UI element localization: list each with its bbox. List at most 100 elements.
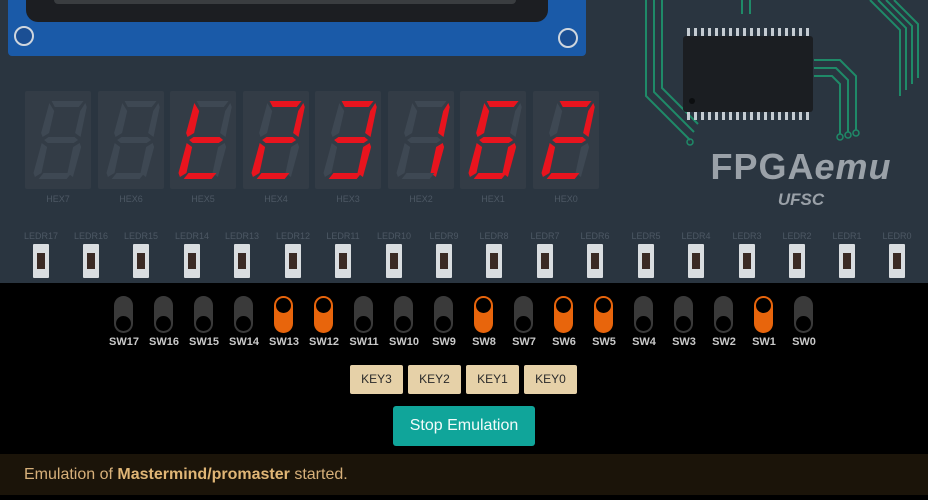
switch-toggle-sw6[interactable] bbox=[554, 296, 573, 333]
segment-c bbox=[212, 143, 227, 177]
switch-toggle-sw4[interactable] bbox=[634, 296, 653, 333]
switch-toggle-sw15[interactable] bbox=[194, 296, 213, 333]
switch-label: SW14 bbox=[229, 336, 259, 348]
switch-toggle-sw2[interactable] bbox=[714, 296, 733, 333]
ledr-label: LEDR7 bbox=[530, 231, 560, 241]
switch-toggle-sw9[interactable] bbox=[434, 296, 453, 333]
segment-d bbox=[473, 173, 507, 179]
segment-b bbox=[75, 103, 87, 137]
segment-f bbox=[331, 103, 345, 137]
switch-label: SW7 bbox=[512, 336, 536, 348]
segment-b bbox=[365, 103, 377, 137]
switch-knob-icon bbox=[356, 316, 371, 331]
switch-knob-icon bbox=[476, 298, 491, 313]
segment-d bbox=[546, 173, 580, 179]
segment-e bbox=[468, 143, 483, 177]
switch-knob-icon bbox=[636, 316, 651, 331]
switch-toggle-sw8[interactable] bbox=[474, 296, 493, 333]
key-button-key2[interactable]: KEY2 bbox=[408, 365, 461, 394]
segment-d bbox=[328, 173, 362, 179]
segment-g bbox=[407, 137, 442, 143]
key-button-key0[interactable]: KEY0 bbox=[524, 365, 577, 394]
ledr-label: LEDR11 bbox=[326, 231, 360, 241]
switch-toggle-sw3[interactable] bbox=[674, 296, 693, 333]
segment-a bbox=[196, 101, 229, 107]
switch-label: SW11 bbox=[349, 336, 379, 348]
led-icon bbox=[184, 244, 200, 278]
switch-toggle-sw7[interactable] bbox=[514, 296, 533, 333]
switch-knob-icon bbox=[596, 298, 611, 313]
segment-e bbox=[178, 143, 193, 177]
ledr-label: LEDR3 bbox=[732, 231, 762, 241]
segment-a bbox=[486, 101, 519, 107]
switch-toggle-sw10[interactable] bbox=[394, 296, 413, 333]
switch-label: SW13 bbox=[269, 336, 299, 348]
segment-f bbox=[549, 103, 563, 137]
hex-display-hex0 bbox=[533, 91, 599, 189]
switch-toggle-sw5[interactable] bbox=[594, 296, 613, 333]
led-icon bbox=[285, 244, 301, 278]
switch-label: SW5 bbox=[592, 336, 616, 348]
switch-knob-icon bbox=[196, 316, 211, 331]
seven-segment-icon bbox=[468, 101, 522, 179]
switch-toggle-sw1[interactable] bbox=[754, 296, 773, 333]
stop-emulation-button[interactable]: Stop Emulation bbox=[393, 406, 535, 446]
segment-e bbox=[396, 143, 411, 177]
status-suffix: started. bbox=[289, 466, 348, 483]
hex-label: HEX4 bbox=[264, 194, 288, 204]
switch-toggle-sw11[interactable] bbox=[354, 296, 373, 333]
segment-d bbox=[401, 173, 435, 179]
hex-label: HEX5 bbox=[191, 194, 215, 204]
segment-a bbox=[124, 101, 157, 107]
segment-b bbox=[583, 103, 595, 137]
switch-toggle-sw13[interactable] bbox=[274, 296, 293, 333]
switch-label: SW9 bbox=[432, 336, 456, 348]
seven-segment-icon bbox=[541, 101, 595, 179]
brand-subtitle: UFSC bbox=[777, 190, 825, 209]
hex-label: HEX1 bbox=[481, 194, 505, 204]
switch-toggle-sw17[interactable] bbox=[114, 296, 133, 333]
switch-label: SW8 bbox=[472, 336, 496, 348]
brand-title: FPGAemu bbox=[706, 146, 896, 188]
chip-orientation-dot bbox=[689, 98, 695, 104]
hex-display-hex7 bbox=[25, 91, 91, 189]
segment-d bbox=[183, 173, 217, 179]
status-project-name: Mastermind/promaster bbox=[117, 466, 290, 483]
switch-toggle-sw12[interactable] bbox=[314, 296, 333, 333]
segment-a bbox=[414, 101, 447, 107]
switch-label: SW15 bbox=[189, 336, 219, 348]
switch-knob-icon bbox=[116, 316, 131, 331]
switch-toggle-sw16[interactable] bbox=[154, 296, 173, 333]
segment-e bbox=[323, 143, 338, 177]
segment-f bbox=[404, 103, 418, 137]
key-button-key1[interactable]: KEY1 bbox=[466, 365, 519, 394]
segment-e bbox=[541, 143, 556, 177]
segment-e bbox=[33, 143, 48, 177]
switch-knob-icon bbox=[396, 316, 411, 331]
segment-f bbox=[476, 103, 490, 137]
segment-f bbox=[259, 103, 273, 137]
chip-icon bbox=[683, 28, 813, 120]
switch-toggle-sw14[interactable] bbox=[234, 296, 253, 333]
ledr-label: LEDR2 bbox=[782, 231, 812, 241]
switch-knob-icon bbox=[756, 298, 771, 313]
switch-toggle-sw0[interactable] bbox=[794, 296, 813, 333]
ledr-label: LEDR0 bbox=[882, 231, 912, 241]
seven-segment-icon bbox=[106, 101, 160, 179]
hex-label: HEX0 bbox=[554, 194, 578, 204]
segment-c bbox=[357, 143, 372, 177]
switch-knob-icon bbox=[796, 316, 811, 331]
segment-a bbox=[559, 101, 592, 107]
segment-c bbox=[430, 143, 445, 177]
switch-label: SW4 bbox=[632, 336, 656, 348]
switch-label: SW17 bbox=[109, 336, 139, 348]
seven-segment-icon bbox=[323, 101, 377, 179]
switch-label: SW2 bbox=[712, 336, 736, 348]
chip-pins-top bbox=[687, 28, 809, 36]
switch-label: SW3 bbox=[672, 336, 696, 348]
key-button-key3[interactable]: KEY3 bbox=[350, 365, 403, 394]
segment-g bbox=[552, 137, 587, 143]
switch-label: SW6 bbox=[552, 336, 576, 348]
segment-g bbox=[117, 137, 152, 143]
segment-c bbox=[575, 143, 590, 177]
